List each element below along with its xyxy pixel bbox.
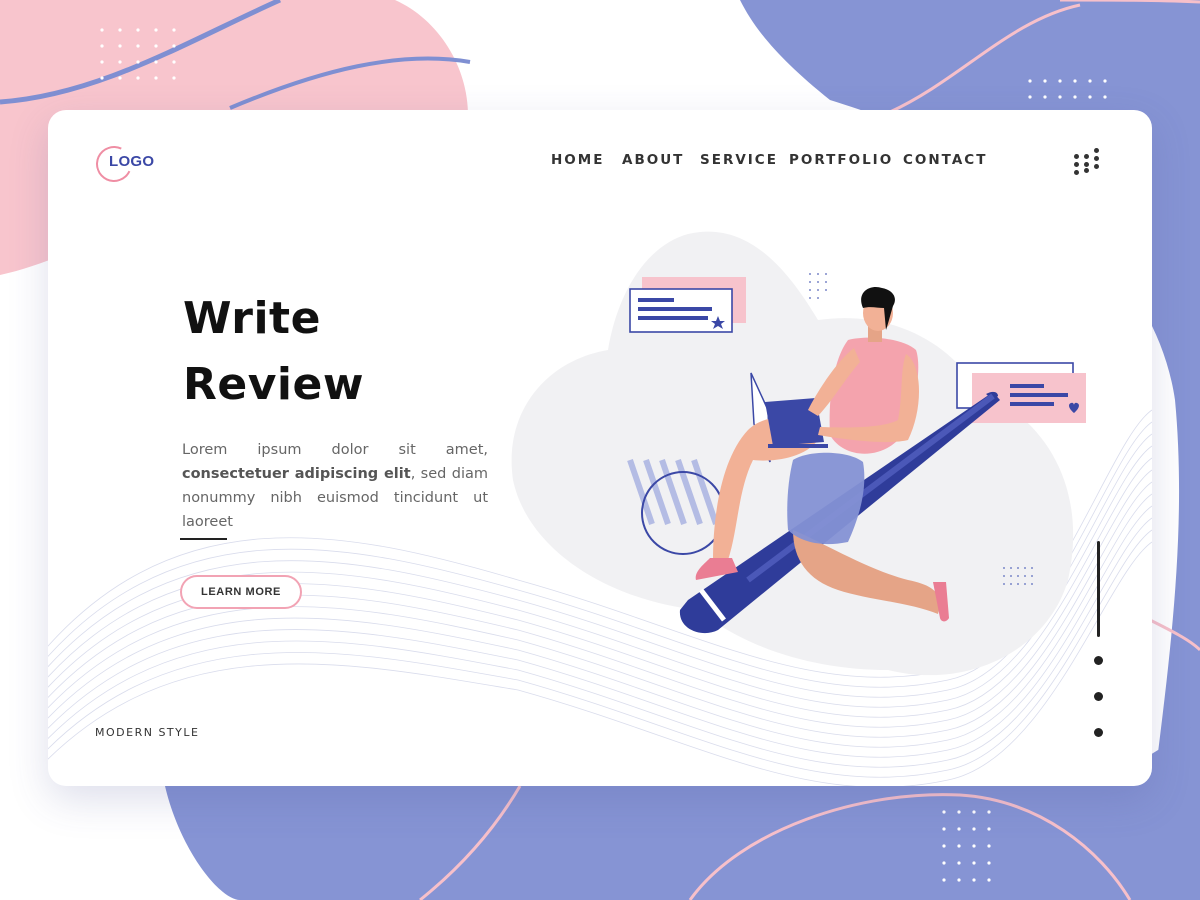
learn-more-button[interactable]: LEARN MORE <box>180 575 302 609</box>
nav-portfolio[interactable]: PORTFOLIO <box>789 152 893 168</box>
landing-card: LOGO HOME ABOUT SERVICE PORTFOLIO CONTAC… <box>48 110 1152 786</box>
nav-service[interactable]: SERVICE <box>700 152 778 168</box>
pager-dot[interactable] <box>1094 692 1103 701</box>
nav-contact[interactable]: CONTACT <box>903 152 987 168</box>
nav-about[interactable]: ABOUT <box>622 152 684 168</box>
page-title: Write Review <box>183 293 364 410</box>
review-star-card-icon <box>629 277 746 333</box>
nav-home[interactable]: HOME <box>551 152 604 168</box>
grid-dots-icon[interactable] <box>1072 144 1106 178</box>
pager-dot[interactable] <box>1094 656 1103 665</box>
section-divider <box>180 538 227 540</box>
logo-text: LOGO <box>109 153 155 170</box>
logo[interactable]: LOGO <box>90 140 156 188</box>
pager-active-indicator[interactable] <box>1097 541 1100 637</box>
footer-tagline: MODERN STYLE <box>95 726 200 739</box>
hero-description: Lorem ipsum dolor sit amet, consectetuer… <box>182 442 488 530</box>
pager-dot[interactable] <box>1094 728 1103 737</box>
